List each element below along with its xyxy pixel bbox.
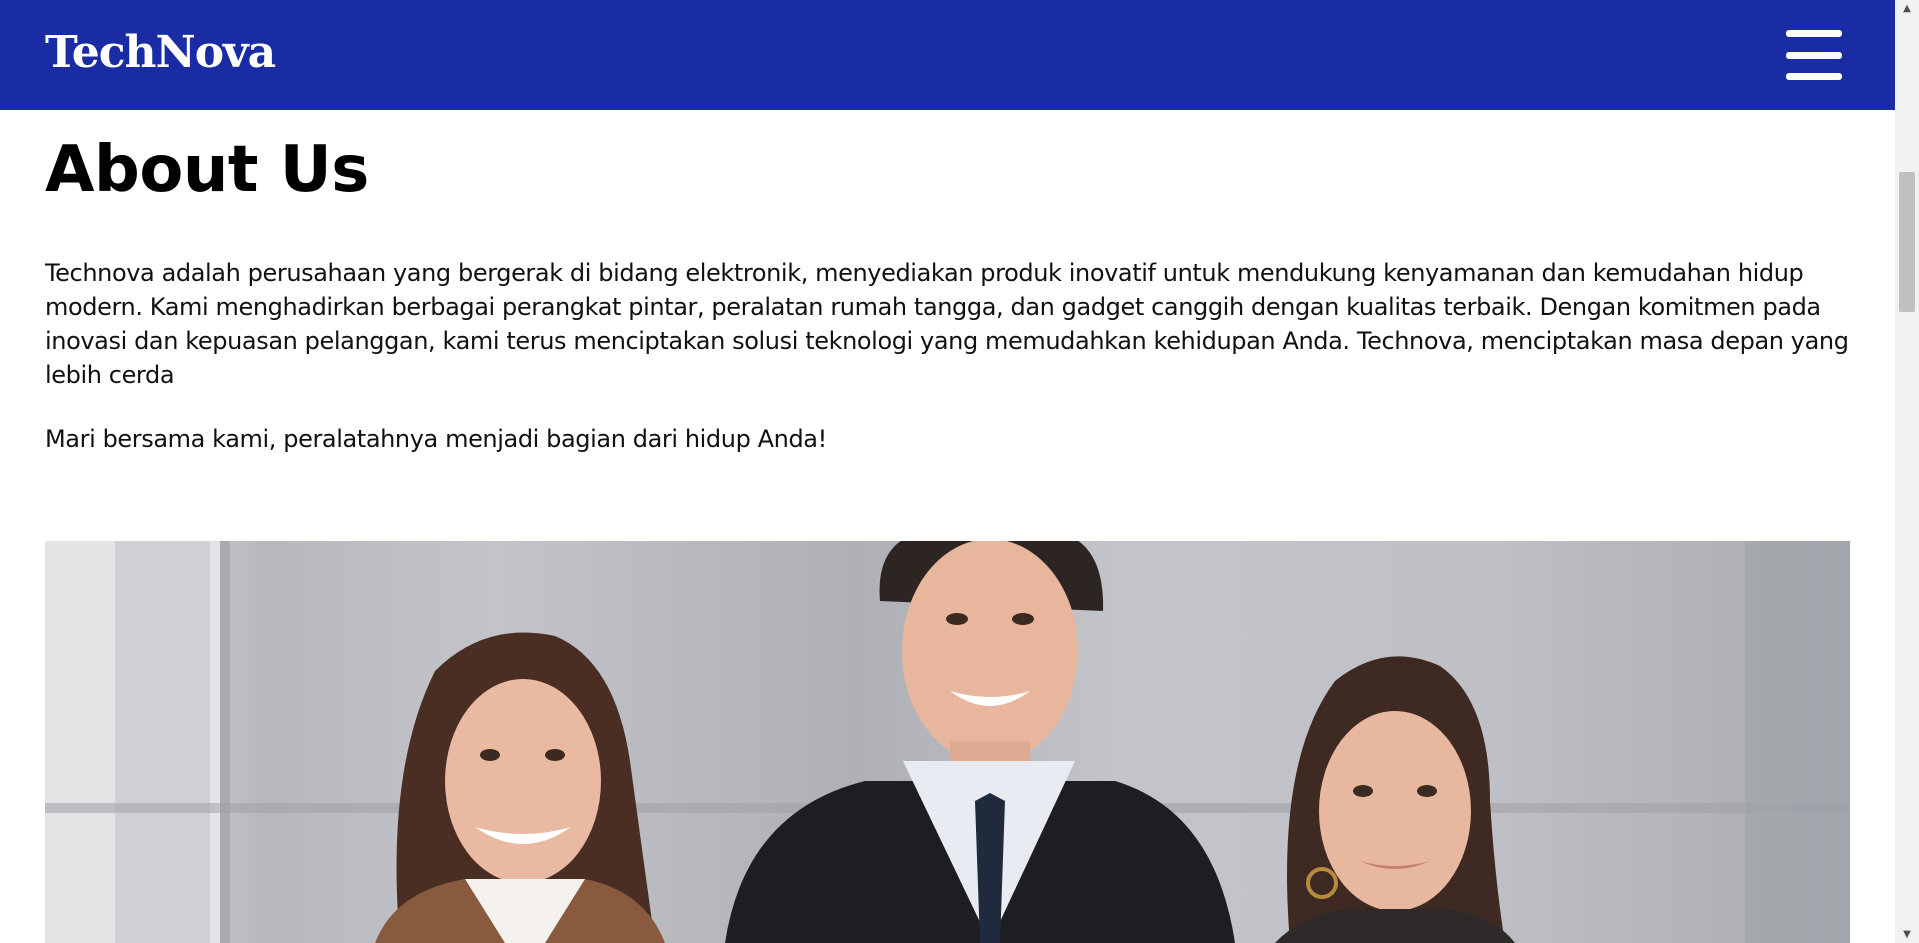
menu-line <box>1786 73 1842 80</box>
team-photo <box>45 541 1850 943</box>
page: TechNova About Us Technova adalah perusa… <box>0 0 1919 943</box>
team-photo-illustration <box>45 541 1850 943</box>
about-description: Technova adalah perusahaan yang bergerak… <box>45 259 1849 389</box>
menu-line <box>1786 30 1842 37</box>
page-scrollbar[interactable]: ▲ ▼ <box>1895 0 1919 943</box>
scroll-down-arrow-icon[interactable]: ▼ <box>1895 926 1919 943</box>
menu-line <box>1786 51 1842 59</box>
about-tagline: Mari bersama kami, peralatahnya menjadi … <box>45 425 827 453</box>
scroll-up-arrow-icon[interactable]: ▲ <box>1895 0 1919 17</box>
about-section: About Us Technova adalah perusahaan yang… <box>45 110 1850 456</box>
brand-logo[interactable]: TechNova <box>45 27 276 78</box>
navbar: TechNova <box>0 0 1895 110</box>
page-title: About Us <box>45 133 369 207</box>
hamburger-menu-icon[interactable] <box>1786 30 1842 80</box>
scrollbar-thumb[interactable] <box>1899 172 1915 312</box>
